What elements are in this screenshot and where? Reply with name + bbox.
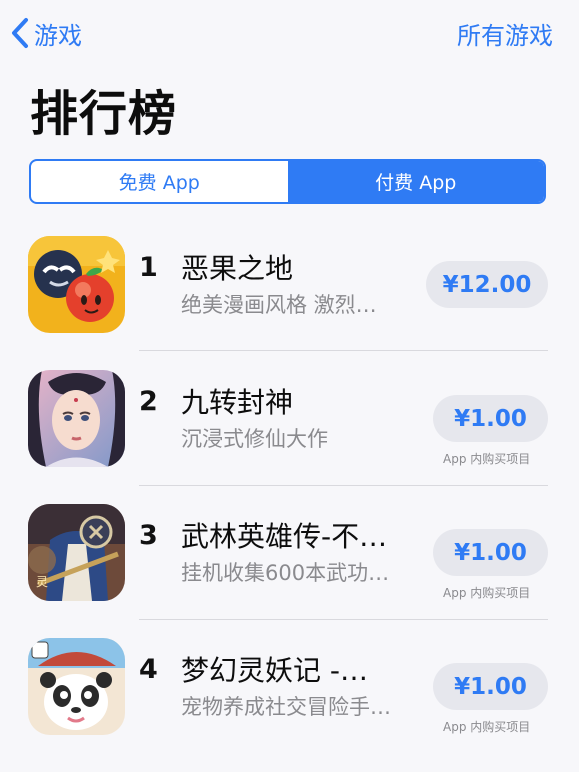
price-button[interactable]: ¥1.00 [433, 663, 548, 710]
chevron-left-icon [12, 18, 28, 48]
rank-number: 3 [139, 520, 158, 551]
in-app-purchase-note: App 内购买项目 [443, 452, 531, 466]
in-app-purchase-note: App 内购买项目 [443, 720, 531, 734]
rank-number: 2 [139, 386, 158, 417]
divider [139, 485, 548, 486]
app-name: 恶果之地 [181, 252, 294, 285]
segment-paid-apps[interactable]: 付费 App [287, 161, 544, 202]
app-icon-eguozhidi[interactable] [28, 236, 125, 333]
app-icon-wulinyingxiongzhuan[interactable]: 灵 [28, 504, 125, 601]
in-app-purchase-note: App 内购买项目 [443, 586, 531, 600]
price-button[interactable]: ¥1.00 [433, 529, 548, 576]
segmented-control: 免费 App 付费 App [29, 159, 546, 204]
svg-text:灵: 灵 [36, 575, 48, 589]
app-icon-menghuanlingyaoji[interactable] [28, 638, 125, 735]
rank-number: 4 [139, 654, 158, 685]
app-icon-jiuzhuanfengshen[interactable] [28, 370, 125, 467]
navigation-bar: 游戏 所有游戏 [0, 0, 579, 66]
list-item[interactable]: 2 九转封神 沉浸式修仙大作 ¥1.00 App 内购买项目 [0, 370, 579, 504]
segment-free-apps[interactable]: 免费 App [31, 161, 288, 202]
back-button-label: 游戏 [34, 21, 82, 50]
app-name: 九转封神 [181, 386, 294, 419]
app-subtitle: 挂机收集600本武功… [181, 561, 390, 585]
price-button[interactable]: ¥12.00 [426, 261, 548, 308]
rank-number: 1 [139, 252, 158, 283]
list-item[interactable]: 灵 3 武林英雄传-不… 挂机收集600本武功… ¥1.00 App 内购买项目 [0, 504, 579, 638]
divider [139, 350, 548, 351]
divider [139, 619, 548, 620]
app-name: 武林英雄传-不… [181, 520, 388, 553]
page-title: 排行榜 [30, 86, 178, 142]
list-item[interactable]: 4 梦幻灵妖记 -… 宠物养成社交冒险手… ¥1.00 App 内购买项目 [0, 638, 579, 772]
app-name: 梦幻灵妖记 -… [181, 654, 369, 687]
price-button[interactable]: ¥1.00 [433, 395, 548, 442]
app-subtitle: 宠物养成社交冒险手… [181, 695, 391, 719]
back-button[interactable]: 游戏 [10, 16, 82, 50]
app-subtitle: 沉浸式修仙大作 [181, 427, 328, 451]
all-games-link[interactable]: 所有游戏 [457, 16, 553, 50]
app-subtitle: 绝美漫画风格 激烈… [181, 293, 377, 317]
